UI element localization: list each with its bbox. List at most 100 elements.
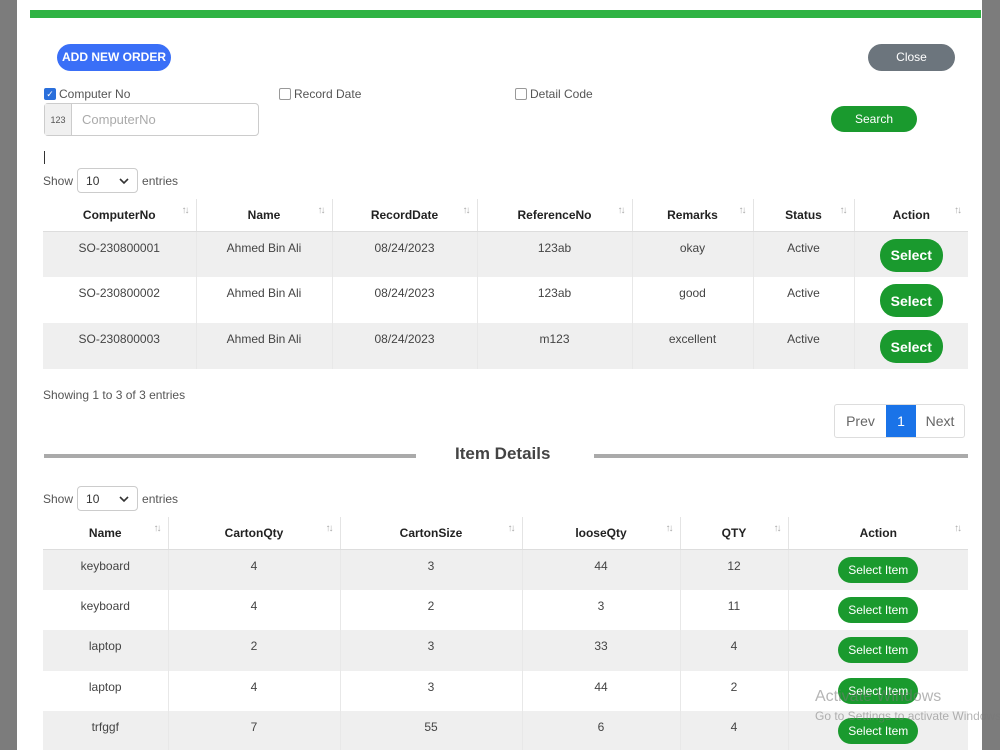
sort-icon: ↑↓ (153, 523, 162, 534)
column-header-qty[interactable]: QTY ↑↓ (679, 517, 788, 550)
select-item-button[interactable]: Select Item (838, 637, 919, 663)
cell-item-name: trfggf (43, 711, 168, 750)
select-order-button[interactable]: Select (879, 330, 943, 363)
cell-qty: 4 (679, 711, 788, 750)
cell-computer-no: SO-230800002 (43, 277, 196, 323)
table-row: keyboard 4 2 3 11 Select Item (43, 589, 968, 630)
cell-carton-qty: 4 (167, 589, 340, 630)
orders-table: ComputerNo ↑↓ Name ↑↓ RecordDate ↑↓ Referen… (43, 199, 968, 369)
column-header-name[interactable]: Name ↑↓ (43, 517, 168, 550)
items-page-size-select[interactable]: 10 (77, 486, 139, 511)
detail-code-label: Detail Code (530, 87, 593, 101)
sort-icon: ↑↓ (839, 205, 848, 216)
cell-action: Select Item (787, 711, 968, 750)
cell-record-date: 08/24/2023 (331, 277, 477, 323)
computer-no-input-group: 123 (44, 103, 259, 136)
column-header-referenceno[interactable]: ReferenceNo ↑↓ (476, 199, 632, 232)
sort-icon: ↑↓ (317, 205, 326, 216)
sort-icon: ↑↓ (738, 205, 747, 216)
background-right-edge (982, 0, 1000, 750)
sort-icon: ↑↓ (954, 205, 962, 216)
cell-loose-qty: 44 (521, 670, 680, 711)
column-header-looseqty[interactable]: looseQty ↑↓ (521, 517, 680, 550)
cell-qty: 11 (679, 589, 788, 630)
items-header-row: Name ↑↓ CartonQty ↑↓ CartonSize ↑↓ looseQty… (43, 517, 968, 550)
section-divider-left (44, 454, 416, 458)
checkbox-unchecked-icon (515, 88, 527, 100)
order-search-modal: ADD NEW ORDER Close ✓ Computer No Record… (17, 0, 982, 750)
cell-item-name: keyboard (43, 589, 168, 630)
table-row: SO-230800003 Ahmed Bin Ali 08/24/2023 m1… (43, 323, 968, 369)
cell-remarks: okay (631, 231, 753, 277)
table-row: trfggf 7 55 6 4 Select Item (43, 711, 968, 750)
number-prefix-icon: 123 (45, 104, 72, 135)
table-row: laptop 4 3 44 2 Select Item (43, 670, 968, 711)
select-order-button[interactable]: Select (879, 284, 943, 317)
sort-icon: ↑↓ (181, 205, 190, 216)
select-item-button[interactable]: Select Item (838, 596, 919, 623)
column-header-recorddate[interactable]: RecordDate ↑↓ (331, 199, 477, 232)
sort-icon: ↑↓ (325, 523, 334, 534)
pagination-page-current[interactable]: 1 (886, 405, 916, 437)
close-button[interactable]: Close (868, 44, 955, 71)
cell-qty: 2 (679, 670, 788, 711)
column-header-name[interactable]: Name ↑↓ (195, 199, 332, 232)
sort-icon: ↑↓ (954, 523, 962, 534)
select-item-button[interactable]: Select Item (838, 556, 919, 583)
cell-carton-size: 3 (339, 549, 522, 590)
table-row: laptop 2 3 33 4 Select Item (43, 630, 968, 671)
checkbox-unchecked-icon (279, 88, 291, 100)
select-item-button[interactable]: Select Item (838, 677, 919, 704)
cell-action: Select (853, 231, 968, 277)
select-order-button[interactable]: Select (879, 238, 943, 272)
text-cursor (44, 151, 45, 164)
cell-loose-qty: 44 (521, 549, 680, 590)
cell-item-name: laptop (43, 670, 168, 711)
column-header-remarks[interactable]: Remarks ↑↓ (631, 199, 753, 232)
cell-loose-qty: 33 (521, 630, 680, 671)
orders-page-size-control: Show 10 entries (43, 168, 178, 193)
column-header-status[interactable]: Status ↑↓ (752, 199, 854, 232)
orders-showing-info: Showing 1 to 3 of 3 entries (43, 388, 186, 402)
entries-label: entries (142, 491, 179, 506)
column-header-computerno[interactable]: ComputerNo ↑↓ (43, 199, 196, 232)
pagination-prev-button[interactable]: Prev (835, 405, 886, 437)
column-header-cartonsize[interactable]: CartonSize ↑↓ (339, 517, 522, 550)
orders-page-size-select[interactable]: 10 (77, 168, 139, 193)
column-header-action[interactable]: Action ↑↓ (787, 517, 968, 550)
pagination-next-button[interactable]: Next (916, 405, 964, 437)
sort-icon: ↑↓ (462, 205, 471, 216)
search-button[interactable]: Search (831, 106, 917, 132)
sort-icon: ↑↓ (665, 523, 674, 534)
cell-name: Ahmed Bin Ali (195, 231, 332, 277)
modal-top-accent-bar (30, 10, 981, 18)
cell-carton-qty: 4 (167, 549, 340, 590)
add-new-order-button[interactable]: ADD NEW ORDER (57, 44, 171, 71)
show-label: Show (43, 491, 74, 506)
computer-no-input[interactable] (72, 104, 258, 135)
computer-no-checkbox[interactable]: ✓ Computer No (44, 87, 130, 101)
computer-no-label: Computer No (59, 87, 131, 101)
cell-carton-qty: 7 (167, 711, 340, 750)
cell-status: Active (752, 277, 854, 323)
cell-carton-size: 55 (339, 711, 522, 750)
cell-remarks: good (631, 277, 753, 323)
cell-action: Select Item (787, 549, 968, 590)
cell-record-date: 08/24/2023 (331, 323, 477, 369)
cell-computer-no: SO-230800001 (43, 231, 196, 277)
chevron-down-icon (119, 174, 129, 188)
detail-code-checkbox[interactable]: Detail Code (515, 87, 593, 101)
cell-item-name: keyboard (43, 549, 168, 590)
cell-loose-qty: 6 (521, 711, 680, 750)
cell-carton-size: 3 (339, 670, 522, 711)
column-header-action[interactable]: Action ↑↓ (853, 199, 968, 232)
page-size-value: 10 (86, 491, 100, 506)
cell-carton-size: 3 (339, 630, 522, 671)
cell-name: Ahmed Bin Ali (195, 323, 332, 369)
select-item-button[interactable]: Select Item (838, 718, 919, 744)
column-header-cartonqty[interactable]: CartonQty ↑↓ (167, 517, 340, 550)
cell-loose-qty: 3 (521, 589, 680, 630)
record-date-label: Record Date (294, 87, 362, 101)
record-date-checkbox[interactable]: Record Date (279, 87, 361, 101)
sort-icon: ↑↓ (773, 523, 782, 534)
